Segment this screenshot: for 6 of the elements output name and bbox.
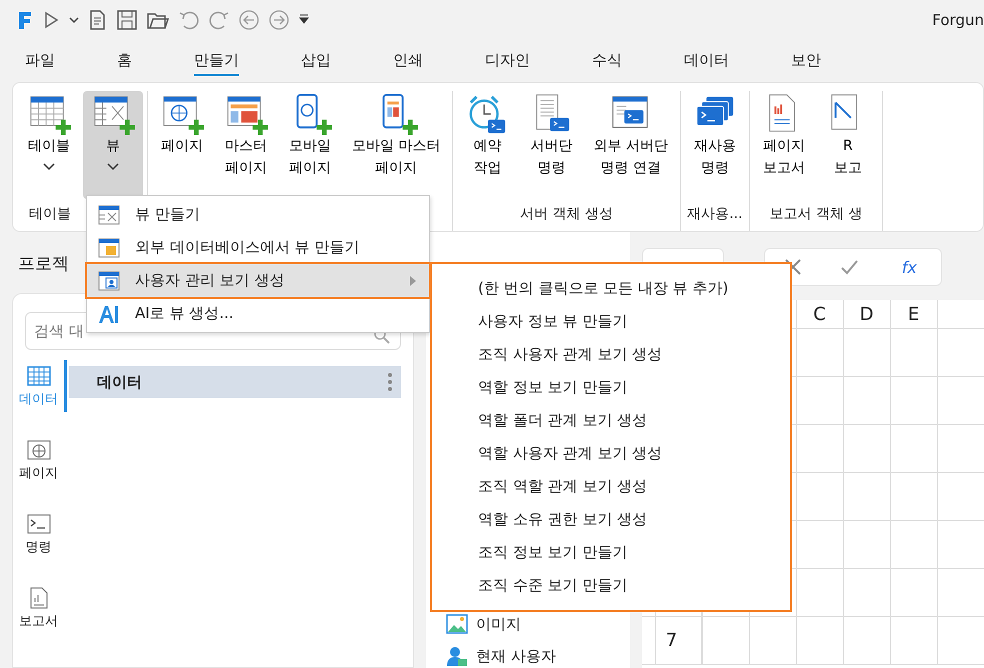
ribbon-group-label: 서버 객체 생성 — [519, 205, 614, 224]
ribbon-group-label: 재사용... — [686, 205, 744, 224]
panel-title: 프로젝 — [18, 253, 69, 275]
ribbon-group-label: 보고서 객체 생 — [768, 205, 864, 224]
window-title: Forgun — [932, 11, 984, 29]
ribbon-group-label: 테이블 — [29, 205, 71, 224]
